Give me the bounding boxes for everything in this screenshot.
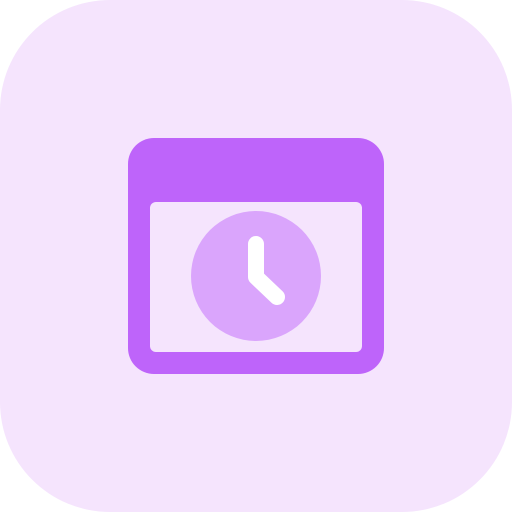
clock-icon: [191, 211, 321, 341]
browser-clock-icon: [0, 0, 512, 512]
app-icon: [0, 0, 512, 512]
